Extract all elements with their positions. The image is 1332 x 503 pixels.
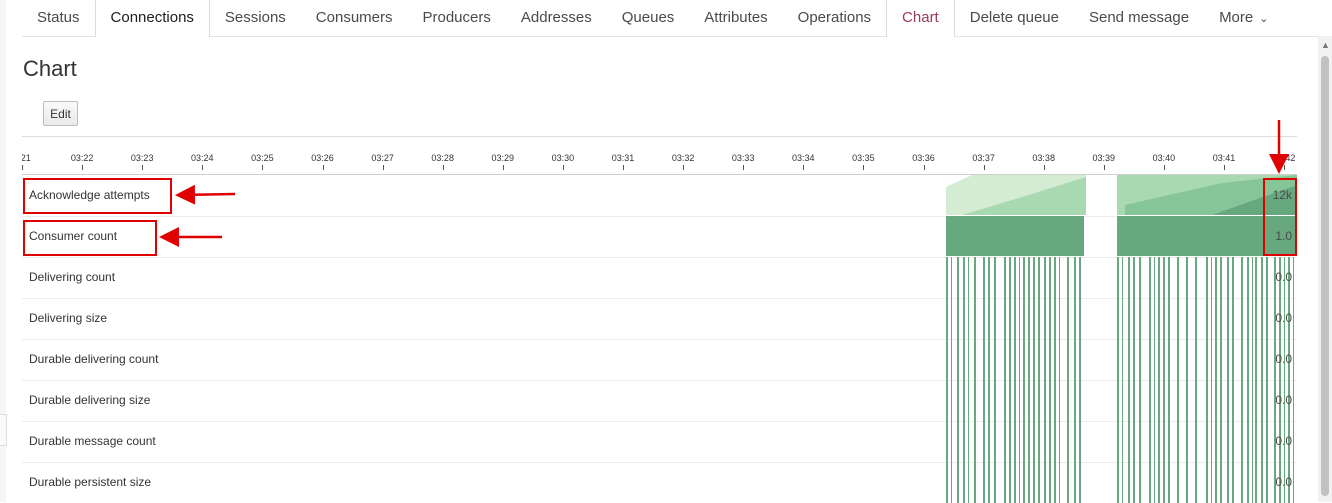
- annotation-overlay: [159, 120, 1289, 247]
- vertical-scrollbar[interactable]: ▲: [1318, 36, 1332, 502]
- scroll-up-icon[interactable]: ▲: [1321, 40, 1330, 50]
- annotation-arrow-ack: [175, 184, 236, 205]
- scrollbar-thumb[interactable]: [1321, 56, 1329, 496]
